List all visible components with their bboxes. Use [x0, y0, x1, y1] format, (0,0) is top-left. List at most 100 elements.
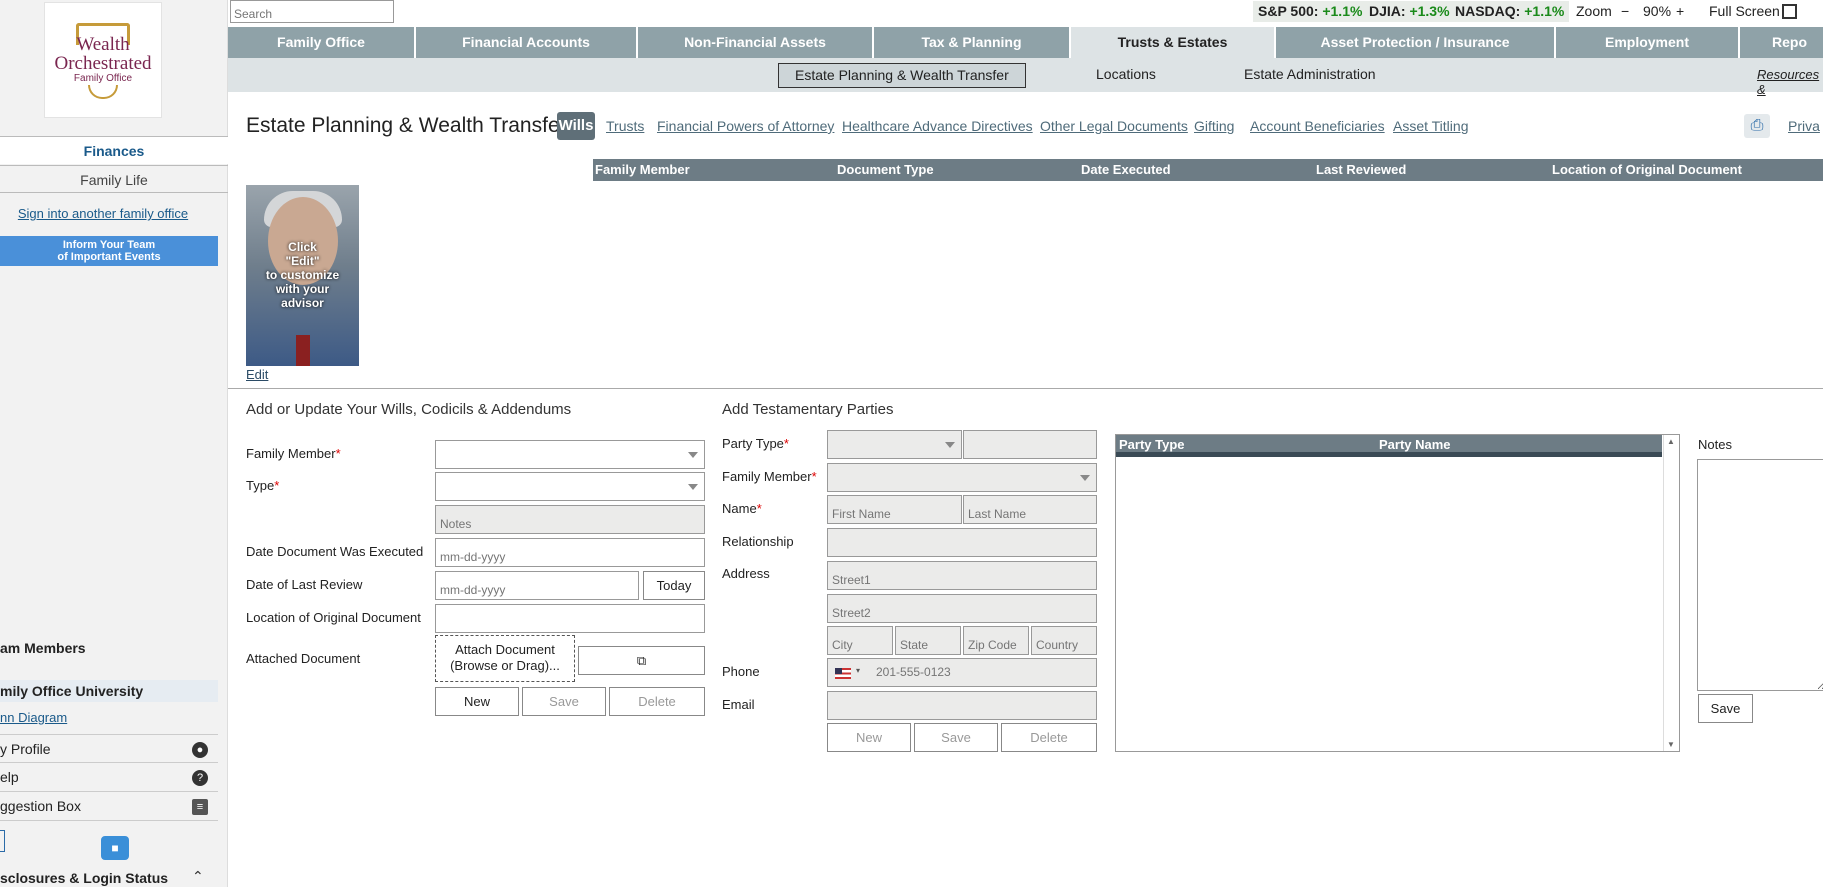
- col-date-executed[interactable]: Date Executed: [1081, 159, 1171, 181]
- search-input[interactable]: [230, 0, 394, 23]
- small-box-icon[interactable]: [0, 830, 5, 852]
- tab-wills[interactable]: Wills: [557, 112, 595, 140]
- notes-save-button[interactable]: Save: [1698, 694, 1753, 723]
- nav-asset-protection-insurance[interactable]: Asset Protection / Insurance: [1276, 27, 1556, 58]
- nav-family-office[interactable]: Family Office: [228, 27, 416, 58]
- party-type-label-text: Party Type: [722, 436, 784, 451]
- sign-into-another-family-office-link[interactable]: Sign into another family office: [0, 206, 206, 221]
- overlay-line1: Click: [288, 240, 317, 254]
- team-members-heading[interactable]: am Members: [0, 640, 86, 656]
- notes-input[interactable]: [435, 505, 705, 534]
- col-family-member[interactable]: Family Member: [595, 159, 690, 181]
- question-circle-icon: ?: [192, 770, 208, 786]
- party-type-other-input[interactable]: [963, 430, 1097, 459]
- photo-tie: [296, 335, 310, 366]
- date-executed-input[interactable]: [435, 538, 705, 567]
- party-notes-textarea[interactable]: [1697, 459, 1823, 691]
- zip-code-input[interactable]: [963, 626, 1029, 655]
- party-family-member-label: Family Member*: [722, 469, 817, 484]
- attach-document-button[interactable]: Attach Document (Browse or Drag)...: [435, 635, 575, 682]
- last-name-input[interactable]: [963, 495, 1097, 524]
- scroll-down-icon[interactable]: ▼: [1667, 740, 1675, 749]
- chat-bubble-icon[interactable]: ■: [101, 836, 129, 860]
- help-row[interactable]: elp ?: [0, 763, 218, 792]
- nav-tax-planning[interactable]: Tax & Planning: [874, 27, 1071, 58]
- sidebar-tab-finances[interactable]: Finances: [0, 136, 228, 164]
- zoom-in-button[interactable]: +: [1676, 1, 1684, 22]
- phone-field[interactable]: ▾: [827, 658, 1097, 687]
- email-input[interactable]: [827, 691, 1097, 720]
- phone-input[interactable]: [876, 665, 1076, 679]
- tab-asset-titling[interactable]: Asset Titling: [1393, 118, 1468, 134]
- location-input[interactable]: [435, 604, 705, 633]
- last-review-input[interactable]: [435, 571, 639, 600]
- advisor-photo: Click "Edit" to customize with your advi…: [246, 185, 359, 366]
- party-new-button[interactable]: New: [827, 723, 911, 752]
- country-caret-icon[interactable]: ▾: [856, 666, 860, 675]
- nav-employment[interactable]: Employment: [1556, 27, 1740, 58]
- city-input[interactable]: [827, 626, 893, 655]
- tab-account-beneficiaries[interactable]: Account Beneficiaries: [1250, 118, 1385, 134]
- parties-grid-scrollbar[interactable]: ▲ ▼: [1663, 435, 1679, 751]
- attach-line2: (Browse or Drag)...: [450, 658, 560, 673]
- suggestion-box-row[interactable]: ggestion Box ≡: [0, 792, 218, 821]
- party-delete-button[interactable]: Delete: [1001, 723, 1097, 752]
- street2-input[interactable]: [827, 594, 1097, 623]
- privacy-link[interactable]: Priva: [1788, 118, 1820, 134]
- col-location-original-document[interactable]: Location of Original Document: [1552, 159, 1742, 181]
- fullscreen-icon[interactable]: [1782, 4, 1797, 19]
- venn-diagram-link[interactable]: nn Diagram: [0, 710, 67, 725]
- tab-healthcare-advance-directives[interactable]: Healthcare Advance Directives: [842, 118, 1033, 134]
- chevron-double-up-icon[interactable]: ⌃: [192, 868, 204, 885]
- family-member-select[interactable]: [435, 440, 705, 469]
- resources-link[interactable]: Resources &: [1757, 67, 1823, 97]
- parties-grid-header: Party Type Party Name: [1116, 435, 1662, 457]
- type-label-text: Type: [246, 478, 275, 493]
- state-input[interactable]: [895, 626, 961, 655]
- tab-other-legal-documents[interactable]: Other Legal Documents: [1040, 118, 1188, 134]
- wills-new-button[interactable]: New: [435, 687, 519, 716]
- sidebar-tab-family-life[interactable]: Family Life: [0, 165, 228, 193]
- tab-gifting[interactable]: Gifting: [1194, 118, 1234, 134]
- my-profile-row[interactable]: y Profile ●: [0, 734, 218, 763]
- overlay-line3: to customize: [265, 268, 340, 282]
- nav-financial-accounts[interactable]: Financial Accounts: [416, 27, 638, 58]
- type-select[interactable]: [435, 472, 705, 501]
- country-input[interactable]: [1031, 626, 1097, 655]
- family-office-university-link[interactable]: mily Office University: [0, 680, 218, 702]
- inform-team-line2: of Important Events: [57, 251, 161, 263]
- tab-financial-powers-of-attorney[interactable]: Financial Powers of Attorney: [657, 118, 834, 134]
- subnav-locations[interactable]: Locations: [1080, 63, 1172, 88]
- wills-save-button[interactable]: Save: [522, 687, 606, 716]
- today-button[interactable]: Today: [643, 571, 705, 600]
- subnav-estate-planning[interactable]: Estate Planning & Wealth Transfer: [778, 63, 1026, 88]
- attached-document-label: Attached Document: [246, 651, 361, 666]
- party-type-select[interactable]: [827, 430, 962, 459]
- col-document-type[interactable]: Document Type: [837, 159, 934, 181]
- user-circle-icon: ●: [192, 742, 208, 758]
- wealth-orchestrated-logo[interactable]: Wealth Orchestrated Family Office: [44, 2, 162, 118]
- divider: [228, 388, 1823, 389]
- zoom-out-button[interactable]: −: [1621, 1, 1629, 22]
- nav-non-financial-assets[interactable]: Non-Financial Assets: [638, 27, 874, 58]
- print-icon[interactable]: ⎙: [1744, 114, 1770, 138]
- nav-trusts-estates[interactable]: Trusts & Estates: [1071, 27, 1276, 58]
- edit-photo-link[interactable]: Edit: [246, 367, 268, 382]
- col-party-type[interactable]: Party Type: [1119, 437, 1185, 452]
- party-save-button[interactable]: Save: [914, 723, 998, 752]
- relationship-input[interactable]: [827, 528, 1097, 557]
- nav-reports[interactable]: Repo: [1740, 27, 1823, 58]
- disclosures-login-status[interactable]: sclosures & Login Status: [0, 870, 168, 886]
- street1-input[interactable]: [827, 561, 1097, 590]
- subnav-estate-administration[interactable]: Estate Administration: [1228, 63, 1392, 88]
- inform-team-button[interactable]: Inform Your Team of Important Events: [0, 236, 218, 266]
- col-party-name[interactable]: Party Name: [1379, 437, 1451, 452]
- full-screen-label[interactable]: Full Screen: [1709, 1, 1780, 22]
- wills-delete-button[interactable]: Delete: [609, 687, 705, 716]
- tab-trusts[interactable]: Trusts: [606, 118, 644, 134]
- party-family-member-select[interactable]: [827, 463, 1097, 492]
- paste-document-button[interactable]: ⧉: [578, 646, 705, 675]
- first-name-input[interactable]: [827, 495, 962, 524]
- col-last-reviewed[interactable]: Last Reviewed: [1316, 159, 1406, 181]
- scroll-up-icon[interactable]: ▲: [1667, 437, 1675, 446]
